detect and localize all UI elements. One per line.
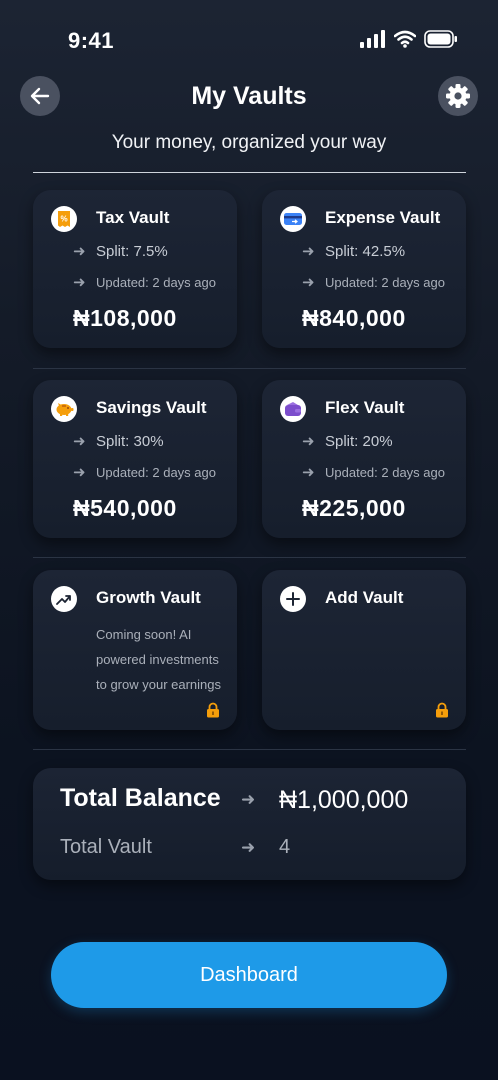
total-balance-label: Total Balance: [60, 784, 221, 812]
card-icon: [280, 206, 306, 232]
arrow-right-icon: ➜: [302, 433, 315, 450]
arrow-right-icon: ➜: [302, 274, 315, 291]
vault-updated: Updated: 2 days ago: [96, 464, 216, 480]
row-divider: [33, 368, 466, 369]
vault-title: Savings Vault: [96, 398, 207, 417]
cellular-signal-icon: [360, 30, 385, 48]
header-divider: [33, 172, 466, 173]
vault-card-growth: Growth Vault Coming soon! AI powered inv…: [33, 570, 237, 730]
wallet-icon: [280, 396, 306, 422]
receipt-icon: %: [51, 206, 77, 232]
vault-updated: Updated: 2 days ago: [325, 464, 445, 480]
dashboard-button[interactable]: Dashboard: [51, 942, 447, 1008]
coming-soon-text: Coming soon! AI powered investments to g…: [96, 627, 222, 692]
vault-title: Expense Vault: [325, 208, 441, 227]
vault-split: Split: 42.5%: [325, 242, 406, 260]
vault-amount: ₦840,000: [302, 305, 406, 331]
total-vault-label: Total Vault: [60, 836, 152, 858]
lock-icon: [436, 702, 448, 718]
arrow-right-icon: ➜: [73, 464, 86, 481]
row-divider: [33, 749, 466, 750]
battery-icon: [424, 30, 457, 48]
vault-split: Split: 30%: [96, 432, 164, 450]
gear-icon: [446, 84, 470, 108]
vault-title: Growth Vault: [96, 588, 201, 607]
arrow-right-icon: ➜: [73, 274, 86, 291]
vault-split: Split: 20%: [325, 432, 393, 450]
wifi-icon: [394, 30, 416, 48]
page-subtitle: Your money, organized your way: [111, 132, 387, 153]
vault-amount: ₦540,000: [73, 495, 177, 521]
settings-button[interactable]: [438, 76, 478, 116]
vault-title: Tax Vault: [96, 208, 170, 227]
status-time: 9:41: [68, 28, 115, 53]
vault-card-tax[interactable]: % Tax Vault ➜ Split: 7.5% ➜ Updated: 2 d…: [33, 190, 237, 348]
arrow-right-icon: ➜: [241, 790, 256, 809]
vault-title: Flex Vault: [325, 398, 405, 417]
piggy-bank-icon: [51, 396, 77, 422]
vault-updated: Updated: 2 days ago: [96, 274, 216, 290]
arrow-right-icon: ➜: [241, 838, 256, 857]
lock-icon: [207, 702, 219, 718]
vault-split: Split: 7.5%: [96, 242, 168, 260]
total-vault-value: 4: [279, 836, 291, 858]
status-bar: 9:41: [0, 0, 498, 80]
svg-text:%: %: [60, 215, 67, 224]
vault-amount: ₦108,000: [73, 305, 177, 331]
row-divider: [33, 557, 466, 558]
arrow-right-icon: ➜: [302, 464, 315, 481]
arrow-right-icon: ➜: [302, 243, 315, 260]
page-title: My Vaults: [191, 82, 307, 110]
trend-up-icon: [51, 586, 77, 612]
total-balance-value: ₦1,000,000: [279, 786, 409, 814]
add-vault-title: Add Vault: [325, 588, 404, 607]
plus-icon: [280, 586, 306, 612]
add-vault-card[interactable]: Add Vault: [262, 570, 466, 730]
arrow-right-icon: ➜: [73, 243, 86, 260]
vault-card-flex[interactable]: Flex Vault ➜ Split: 20% ➜ Updated: 2 day…: [262, 380, 466, 538]
vault-amount: ₦225,000: [302, 495, 406, 521]
vault-card-savings[interactable]: Savings Vault ➜ Split: 30% ➜ Updated: 2 …: [33, 380, 237, 538]
summary-card: Total Balance ➜ ₦1,000,000 Total Vault ➜…: [33, 768, 466, 880]
vault-card-expense[interactable]: Expense Vault ➜ Split: 42.5% ➜ Updated: …: [262, 190, 466, 348]
vault-updated: Updated: 2 days ago: [325, 274, 445, 290]
arrow-right-icon: ➜: [73, 433, 86, 450]
